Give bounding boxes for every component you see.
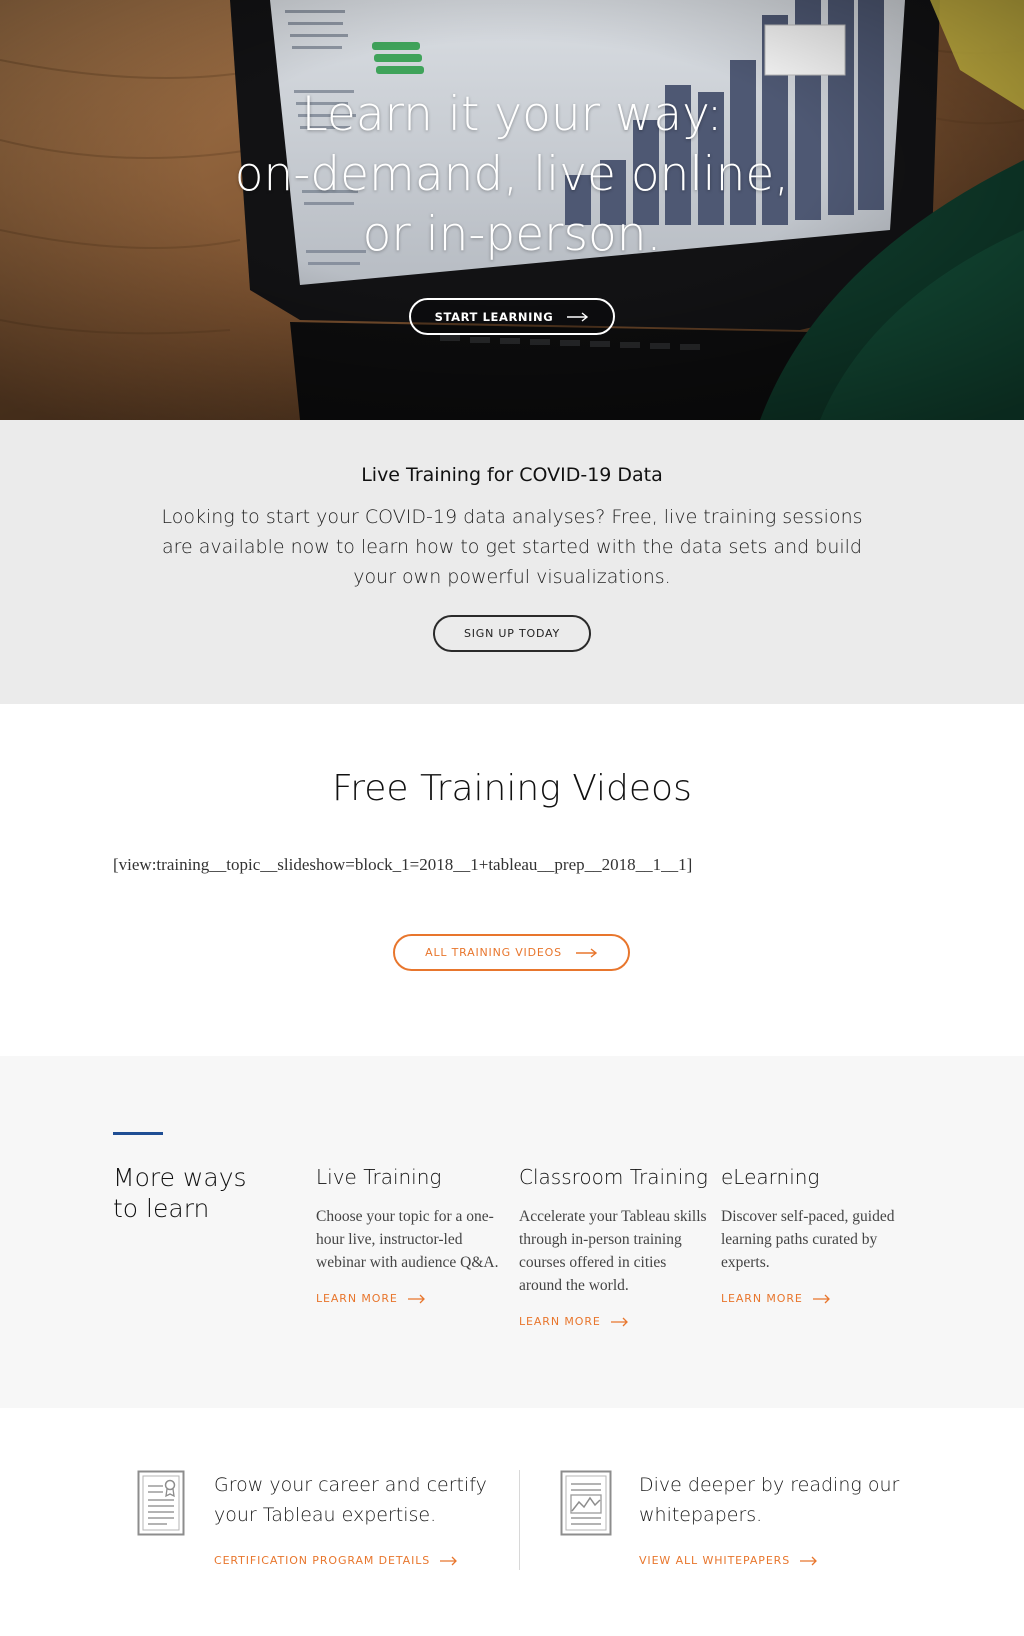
- whitepaper-icon: [560, 1470, 612, 1536]
- hero-title-line-1: Learn it your way:: [301, 87, 723, 142]
- certificate-icon: [137, 1470, 185, 1536]
- more-ways-title: More ways to learn: [113, 1162, 283, 1224]
- live-training-description: Choose your topic for a one-hour live, i…: [316, 1208, 499, 1271]
- certification-text: Grow your career and certify your Tablea…: [214, 1474, 487, 1526]
- arrow-right-icon: [567, 311, 589, 322]
- bottom-callouts: Grow your career and certify your Tablea…: [0, 1408, 1024, 1636]
- classroom-training-description: Accelerate your Tableau skills through i…: [519, 1208, 707, 1294]
- start-learning-button[interactable]: START LEARNING: [409, 298, 615, 335]
- callout-divider: [519, 1470, 520, 1570]
- more-ways-title-line-2: to learn: [113, 1194, 210, 1223]
- live-training-card: Live Training Choose your topic for a on…: [316, 1162, 504, 1307]
- all-training-videos-label: ALL TRAINING VIDEOS: [425, 946, 562, 959]
- learn-more-label: LEARN MORE: [316, 1292, 398, 1305]
- more-ways-title-line-1: More ways: [113, 1163, 247, 1192]
- whitepapers-text: Dive deeper by reading our whitepapers.: [639, 1474, 900, 1526]
- covid-training-section: Live Training for COVID-19 Data Looking …: [0, 420, 1024, 704]
- slideshow-view-placeholder: [view:training__topic__slideshow=block_1…: [113, 855, 693, 874]
- sign-up-today-label: SIGN UP TODAY: [463, 627, 561, 640]
- whitepapers-link-label: VIEW ALL WHITEPAPERS: [639, 1554, 791, 1567]
- start-learning-label: START LEARNING: [434, 309, 554, 324]
- all-training-videos-button[interactable]: ALL TRAINING VIDEOS: [393, 934, 630, 971]
- certification-link-label: CERTIFICATION PROGRAM DETAILS: [214, 1554, 431, 1567]
- elearning-title: eLearning: [721, 1165, 820, 1189]
- view-all-whitepapers-link[interactable]: VIEW ALL WHITEPAPERS: [639, 1554, 818, 1567]
- classroom-training-title: Classroom Training: [519, 1165, 708, 1189]
- live-training-title: Live Training: [316, 1165, 442, 1189]
- arrow-right-icon: [812, 1294, 830, 1303]
- arrow-right-icon: [407, 1294, 425, 1303]
- classroom-training-learn-more-link[interactable]: LEARN MORE: [519, 1315, 629, 1328]
- learn-more-label: LEARN MORE: [519, 1315, 601, 1328]
- arrow-right-icon: [575, 947, 597, 958]
- arrow-right-icon: [440, 1556, 458, 1565]
- covid-description: Looking to start your COVID-19 data anal…: [161, 506, 863, 588]
- hero-title: Learn it your way: on-demand, live onlin…: [0, 85, 1024, 265]
- section-accent-bar: [113, 1132, 163, 1135]
- arrow-right-icon: [610, 1317, 628, 1326]
- sign-up-today-button[interactable]: SIGN UP TODAY: [433, 615, 591, 652]
- certification-program-details-link[interactable]: CERTIFICATION PROGRAM DETAILS: [214, 1554, 458, 1567]
- elearning-card: eLearning Discover self-paced, guided le…: [721, 1162, 909, 1307]
- learn-more-label: LEARN MORE: [721, 1292, 803, 1305]
- hero-title-line-3: or in-person.: [362, 207, 662, 262]
- arrow-right-icon: [800, 1556, 818, 1565]
- live-training-learn-more-link[interactable]: LEARN MORE: [316, 1292, 426, 1305]
- hero-title-line-2: on-demand, live online,: [234, 147, 790, 202]
- elearning-learn-more-link[interactable]: LEARN MORE: [721, 1292, 831, 1305]
- covid-title: Live Training for COVID-19 Data: [361, 464, 663, 486]
- hero-banner: Learn it your way: on-demand, live onlin…: [0, 0, 1024, 420]
- more-ways-section: More ways to learn Live Training Choose …: [0, 1056, 1024, 1408]
- free-training-videos-title: Free Training Videos: [332, 768, 692, 809]
- elearning-description: Discover self-paced, guided learning pat…: [721, 1208, 895, 1271]
- classroom-training-card: Classroom Training Accelerate your Table…: [519, 1162, 708, 1330]
